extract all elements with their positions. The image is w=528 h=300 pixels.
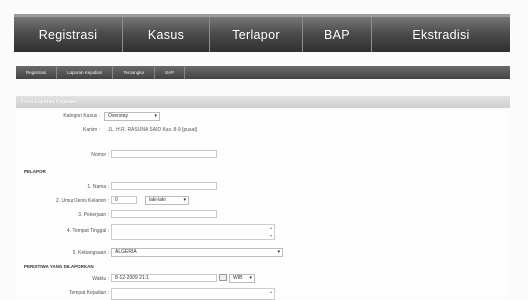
tempat-kejadian-textarea[interactable]: ▴ [111, 288, 275, 300]
nav-tab-ekstradisi[interactable]: Ekstradisi [371, 17, 510, 52]
chevron-down-icon: ▾ [249, 275, 252, 281]
jenis-kelamin-value: laki-laki [149, 197, 166, 203]
peristiwa-section-title: PERISTIWA YANG DILAPORKAN [24, 264, 94, 269]
scroll-down-icon: ▾ [269, 233, 272, 238]
form-title: Form Laporan Kejadian [21, 99, 77, 105]
waktu-label: Waktu : [92, 276, 109, 282]
pekerjaan-label: 3. Pekerjaan : [78, 212, 109, 218]
kebangsaan-label: 5. Kebangsaan : [72, 250, 109, 256]
chevron-down-icon: ▾ [154, 113, 157, 119]
kategori-kasus-value: Overstay [108, 113, 129, 119]
subnav-tab-laporan-kejadian[interactable]: Laporan Kejadian [57, 66, 114, 79]
nav-tab-kasus[interactable]: Kasus [122, 17, 209, 52]
tempat-kejadian-label: Tempat Kejadian : [68, 290, 109, 296]
subnav-tab-tersangka[interactable]: Tersangka [113, 66, 156, 79]
kategori-kasus-select[interactable]: Overstay ▾ [104, 112, 160, 121]
calendar-icon[interactable] [219, 274, 227, 281]
pelapor-section-title: PELAPOR [24, 169, 46, 174]
nomor-input[interactable] [111, 150, 217, 158]
form-panel-header: Form Laporan Kejadian [16, 96, 510, 108]
scroll-up-icon: ▴ [269, 289, 272, 294]
sub-nav: Registrasi Laporan Kejadian Tersangka BA… [16, 66, 510, 79]
nomor-label: Nomor : [91, 152, 109, 158]
tempat-tinggal-label: 4. Tempat Tinggal : [66, 228, 109, 234]
umur-input[interactable]: 0 [111, 196, 137, 204]
waktu-input[interactable]: 8-12-2009 21:1 [111, 274, 217, 282]
subnav-tab-registrasi[interactable]: Registrasi [16, 66, 58, 79]
tempat-tinggal-textarea[interactable]: ▴ ▾ [111, 224, 275, 240]
main-nav: Registrasi Kasus Terlapor BAP Ekstradisi [14, 14, 510, 52]
nama-input[interactable] [111, 182, 217, 190]
pekerjaan-input[interactable] [111, 210, 217, 218]
nav-tab-bap[interactable]: BAP [302, 17, 371, 52]
kategori-kasus-label: Kategori Kasus : [63, 113, 100, 119]
nama-label: 1. Nama : [87, 184, 109, 190]
nav-tab-registrasi[interactable]: Registrasi [14, 17, 122, 52]
kebangsaan-value: ALGERIA [115, 249, 137, 255]
kanim-label: Kanim : [83, 127, 100, 133]
chevron-down-icon: ▾ [277, 249, 280, 255]
subnav-tab-bap[interactable]: BAP [155, 66, 186, 79]
form-panel: Kategori Kasus : Overstay ▾ Kanim : JL. … [16, 108, 510, 300]
jenis-kelamin-select[interactable]: laki-laki ▾ [145, 196, 189, 205]
umur-jenis-kelamin-label: 2. Umur/Jenis Kelamin : [55, 198, 109, 204]
kebangsaan-select[interactable]: ALGERIA ▾ [111, 248, 283, 257]
zona-waktu-select[interactable]: WIB ▾ [229, 274, 255, 283]
zona-waktu-value: WIB [233, 275, 243, 281]
chevron-down-icon: ▾ [183, 197, 186, 203]
nav-tab-terlapor[interactable]: Terlapor [209, 17, 302, 52]
scroll-up-icon: ▴ [269, 225, 272, 230]
kanim-value: JL. H.R. RASUNA SAID Kav. 8-9 [pusat] [108, 127, 198, 133]
